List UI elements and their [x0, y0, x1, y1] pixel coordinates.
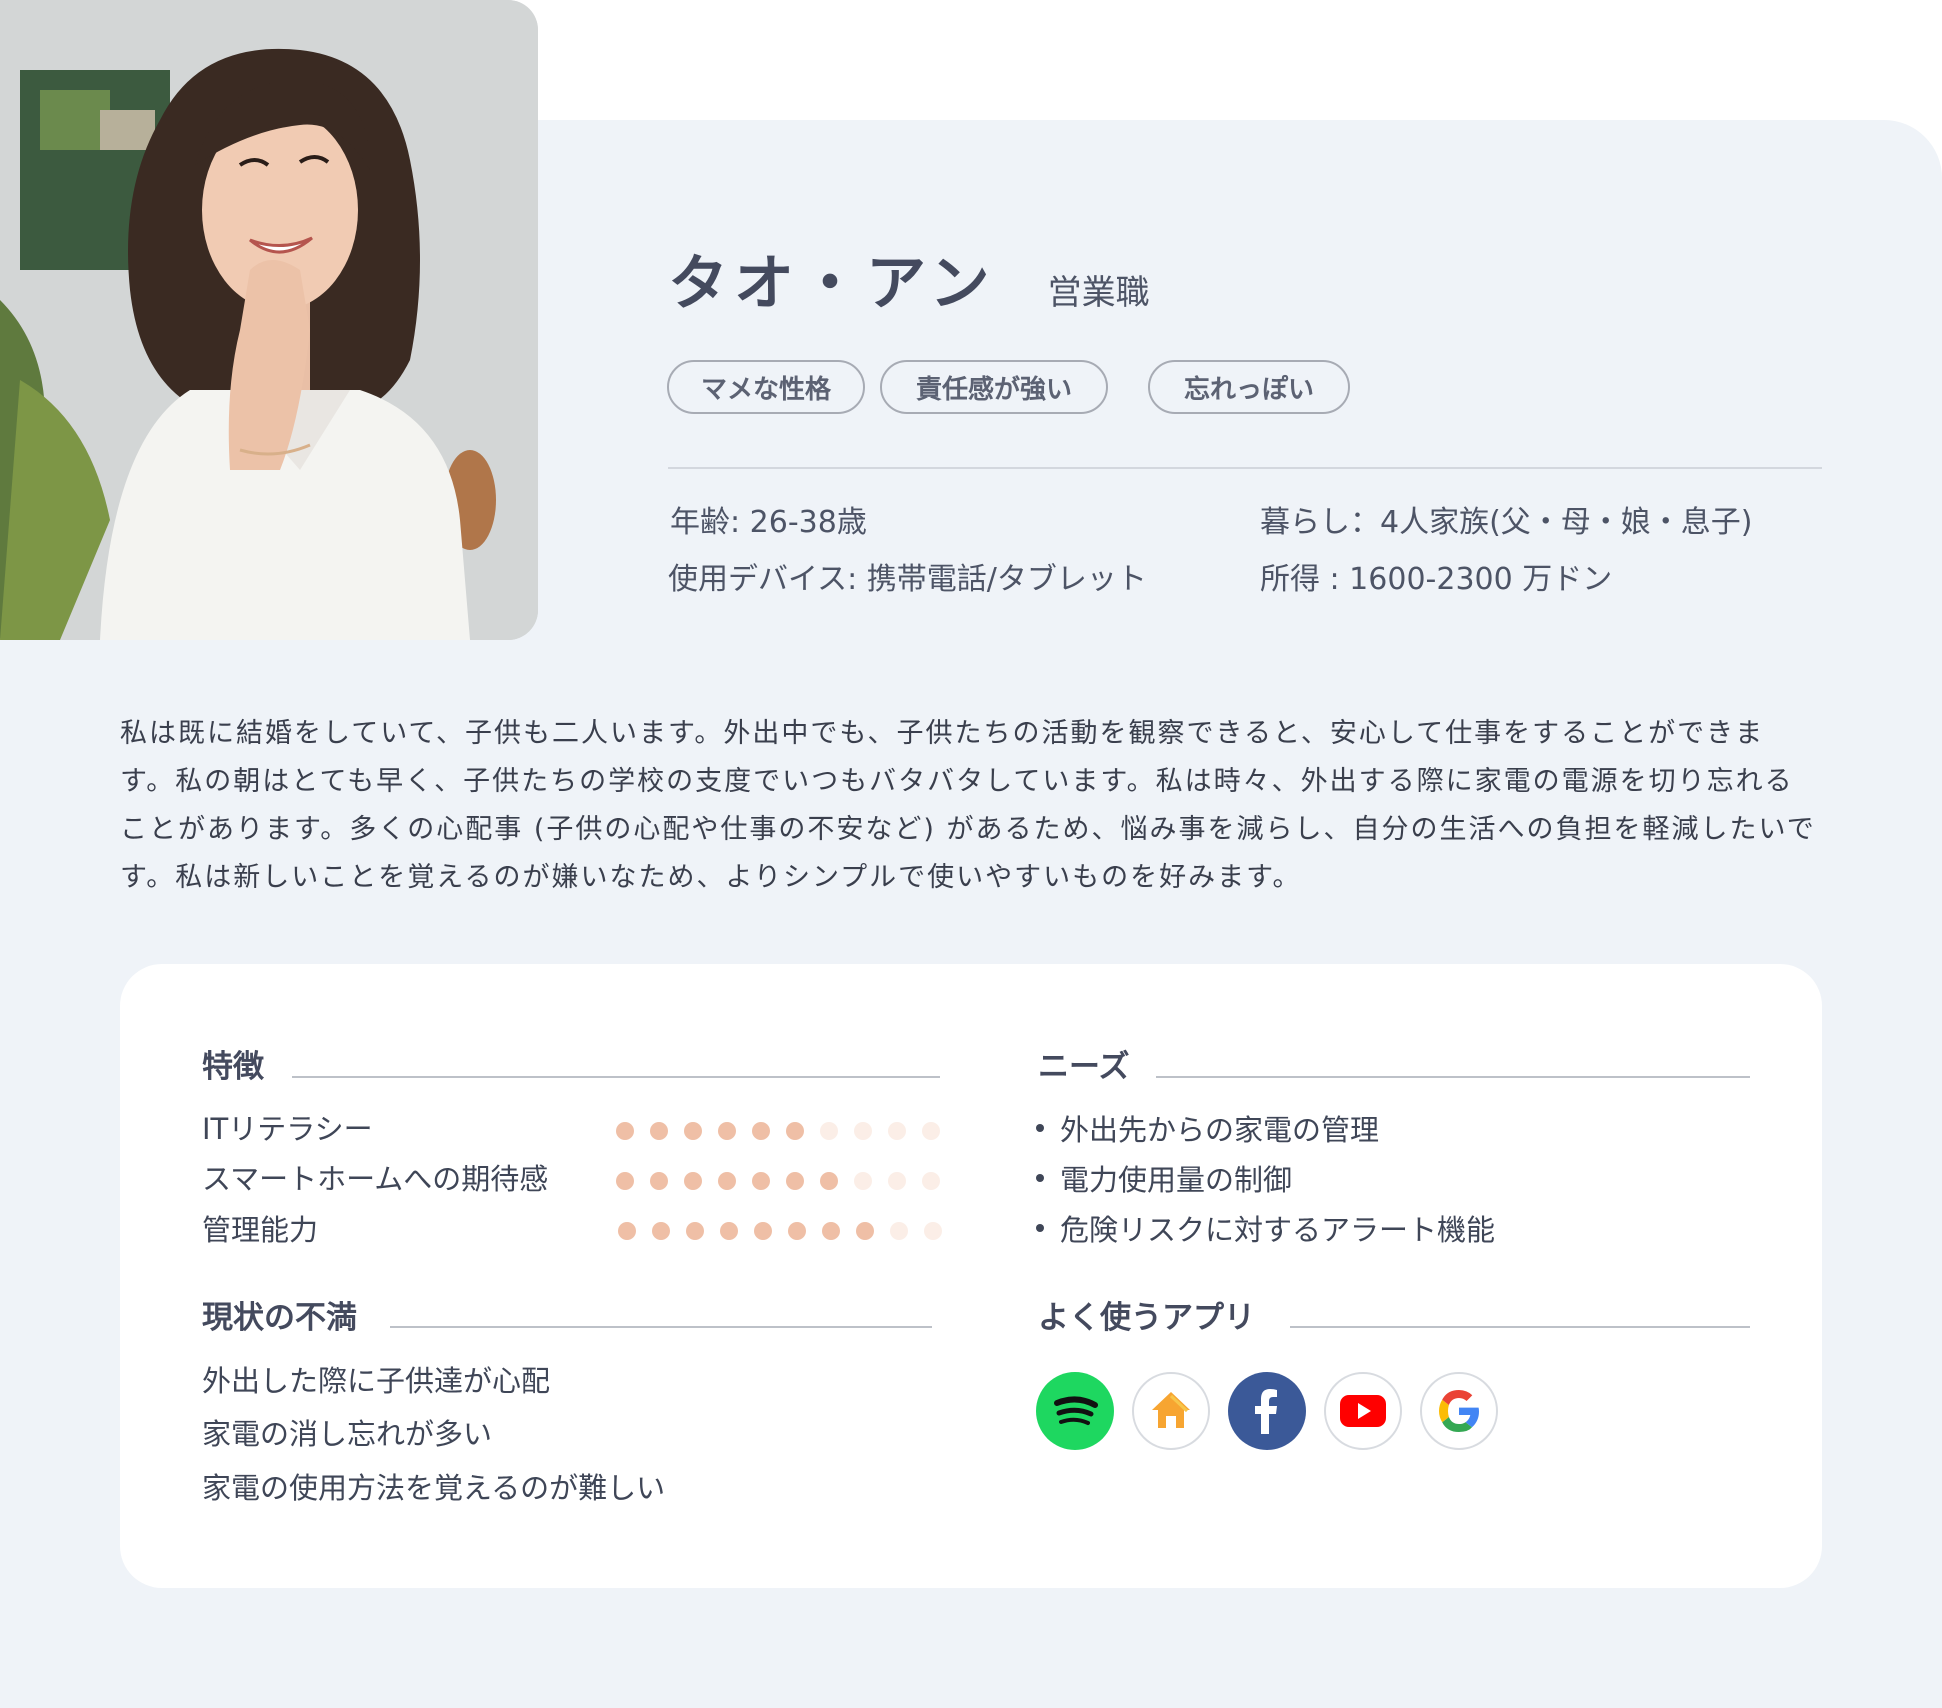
spotify-icon[interactable]: [1036, 1372, 1114, 1450]
frustration-item: 家電の使用方法を覚えるのが難しい: [202, 1471, 666, 1505]
rating-dot-filled: [822, 1222, 840, 1240]
rating-dot-filled: [618, 1222, 636, 1240]
portrait-photo: [0, 0, 538, 640]
rating-dot-filled: [788, 1222, 806, 1240]
google-icon[interactable]: [1420, 1372, 1498, 1450]
trait-rating: [618, 1222, 942, 1240]
rating-dot-filled: [616, 1122, 634, 1140]
income-info: 所得 : 1600-2300 万ドン: [1260, 562, 1613, 597]
tag-chip: 責任感が強い: [880, 360, 1108, 414]
rating-dot-filled: [718, 1122, 736, 1140]
rating-dot-filled: [720, 1222, 738, 1240]
bio-line: す。私の朝はとても早く、子供たちの学校の支度でいつもバタバタしています。私は時々…: [120, 766, 1794, 797]
facebook-icon[interactable]: [1228, 1372, 1306, 1450]
tag-chip: 忘れっぽい: [1148, 360, 1350, 414]
rating-dot-filled: [752, 1122, 770, 1140]
frustrations-heading: 現状の不満: [202, 1300, 357, 1336]
rating-dot-empty: [922, 1172, 940, 1190]
trait-label: 管理能力: [202, 1213, 319, 1247]
trait-rating: [616, 1122, 940, 1140]
living-info: 暮らし：4人家族(父・母・娘・息子): [1260, 505, 1753, 540]
rating-dot-filled: [754, 1222, 772, 1240]
frustration-item: 家電の消し忘れが多い: [202, 1417, 493, 1451]
bio-line: 私は既に結婚をしていて、子供も二人います。外出中でも、子供たちの活動を観察できる…: [120, 718, 1765, 749]
rating-dot-filled: [856, 1222, 874, 1240]
rating-dot-empty: [854, 1122, 872, 1140]
rating-dot-filled: [650, 1122, 668, 1140]
devices-info: 使用デバイス: 携帯電話/タブレット: [668, 562, 1147, 597]
rating-dot-filled: [652, 1222, 670, 1240]
name-row: タオ・アン 営業職: [668, 228, 1150, 314]
frustrations-divider: [390, 1326, 932, 1328]
tag-chip: マメな性格: [667, 360, 865, 414]
rating-dot-filled: [786, 1122, 804, 1140]
bullet-icon: [1036, 1174, 1044, 1182]
traits-heading: 特徴: [202, 1049, 264, 1085]
home-icon[interactable]: [1132, 1372, 1210, 1450]
traits-divider: [292, 1076, 940, 1078]
age-info: 年齢: 26-38歳: [670, 505, 867, 540]
persona-page: タオ・アン 営業職 マメな性格 責任感が強い 忘れっぽい 年齢: 26-38歳 …: [0, 0, 1942, 1708]
apps-heading: よく使うアプリ: [1038, 1300, 1255, 1336]
need-item: 外出先からの家電の管理: [1036, 1116, 1379, 1145]
bio-line: す。私は新しいことを覚えるのが嫌いなため、よりシンプルで使いやすいものを好みます…: [120, 862, 1302, 893]
persona-role: 営業職: [1047, 273, 1150, 313]
rating-dot-empty: [888, 1172, 906, 1190]
need-item: 電力使用量の制御: [1036, 1166, 1292, 1195]
rating-dot-empty: [820, 1122, 838, 1140]
bullet-icon: [1036, 1224, 1044, 1232]
trait-rating: [616, 1172, 940, 1190]
persona-bio: 私は既に結婚をしていて、子供も二人います。外出中でも、子供たちの活動を観察できる…: [120, 710, 1830, 902]
bio-line: ことがあります。多くの心配事 (子供の心配や仕事の不安など) があるため、悩み事…: [120, 814, 1816, 845]
apps-divider: [1290, 1326, 1750, 1328]
frustration-item: 外出した際に子供達が心配: [202, 1364, 551, 1398]
bullet-icon: [1036, 1124, 1044, 1132]
rating-dot-filled: [820, 1172, 838, 1190]
rating-dot-empty: [854, 1172, 872, 1190]
need-item: 危険リスクに対するアラート機能: [1036, 1216, 1495, 1245]
rating-dot-empty: [888, 1122, 906, 1140]
needs-heading: ニーズ: [1038, 1049, 1130, 1085]
rating-dot-filled: [684, 1172, 702, 1190]
rating-dot-filled: [786, 1172, 804, 1190]
rating-dot-filled: [684, 1122, 702, 1140]
rating-dot-empty: [890, 1222, 908, 1240]
rating-dot-filled: [718, 1172, 736, 1190]
rating-dot-filled: [650, 1172, 668, 1190]
persona-name: タオ・アン: [668, 249, 996, 319]
needs-divider: [1156, 1076, 1750, 1078]
rating-dot-filled: [616, 1172, 634, 1190]
rating-dot-empty: [924, 1222, 942, 1240]
youtube-icon[interactable]: [1324, 1372, 1402, 1450]
rating-dot-filled: [752, 1172, 770, 1190]
rating-dot-filled: [686, 1222, 704, 1240]
trait-label: ITリテラシー: [202, 1112, 373, 1146]
rating-dot-empty: [922, 1122, 940, 1140]
header-divider: [668, 467, 1822, 469]
trait-label: スマートホームへの期待感: [202, 1162, 549, 1196]
